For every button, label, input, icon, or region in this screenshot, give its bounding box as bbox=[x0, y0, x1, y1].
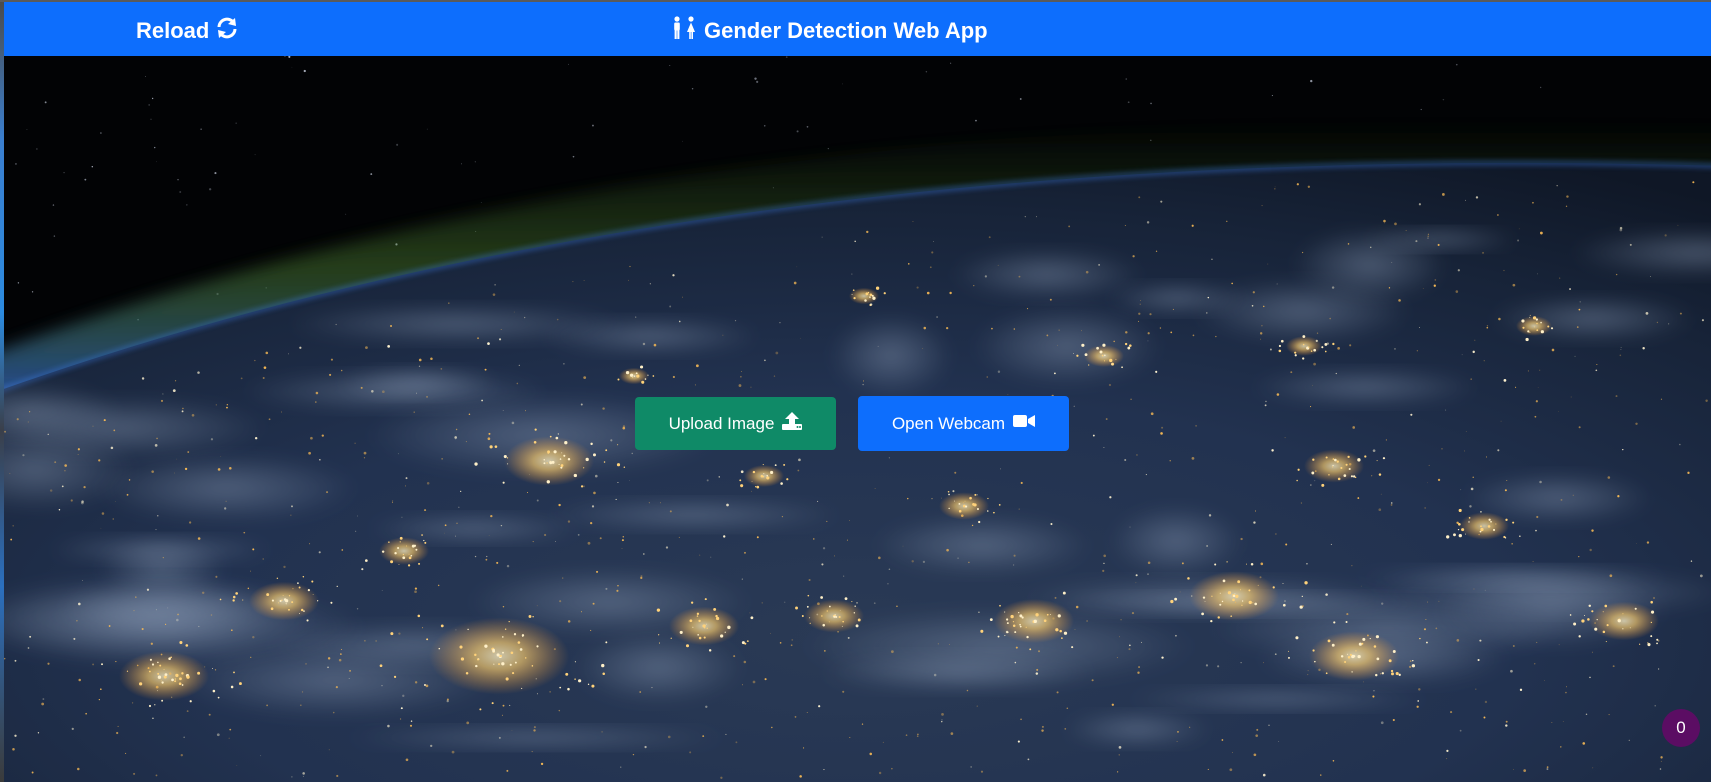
app-title-text: Gender Detection Web App bbox=[704, 18, 988, 43]
window-left-edge bbox=[0, 0, 4, 782]
sync-icon bbox=[215, 16, 239, 46]
upload-image-button[interactable]: Upload Image bbox=[635, 397, 836, 450]
window-top-border bbox=[0, 0, 1711, 2]
open-webcam-label: Open Webcam bbox=[891, 413, 1006, 433]
upload-icon bbox=[782, 412, 803, 435]
reload-label: Reload bbox=[136, 18, 210, 43]
app-window: Reload Gender Detection Web App Upload I… bbox=[0, 0, 1711, 782]
upload-image-label: Upload Image bbox=[668, 413, 775, 433]
open-webcam-button[interactable]: Open Webcam bbox=[858, 396, 1069, 451]
app-title: Gender Detection Web App bbox=[670, 16, 988, 46]
reload-link[interactable]: Reload bbox=[136, 16, 239, 46]
notification-badge[interactable]: 0 bbox=[1662, 709, 1700, 747]
video-camera-icon bbox=[1013, 413, 1036, 434]
male-female-icon bbox=[670, 16, 698, 46]
top-navbar: Reload Gender Detection Web App bbox=[4, 2, 1711, 56]
